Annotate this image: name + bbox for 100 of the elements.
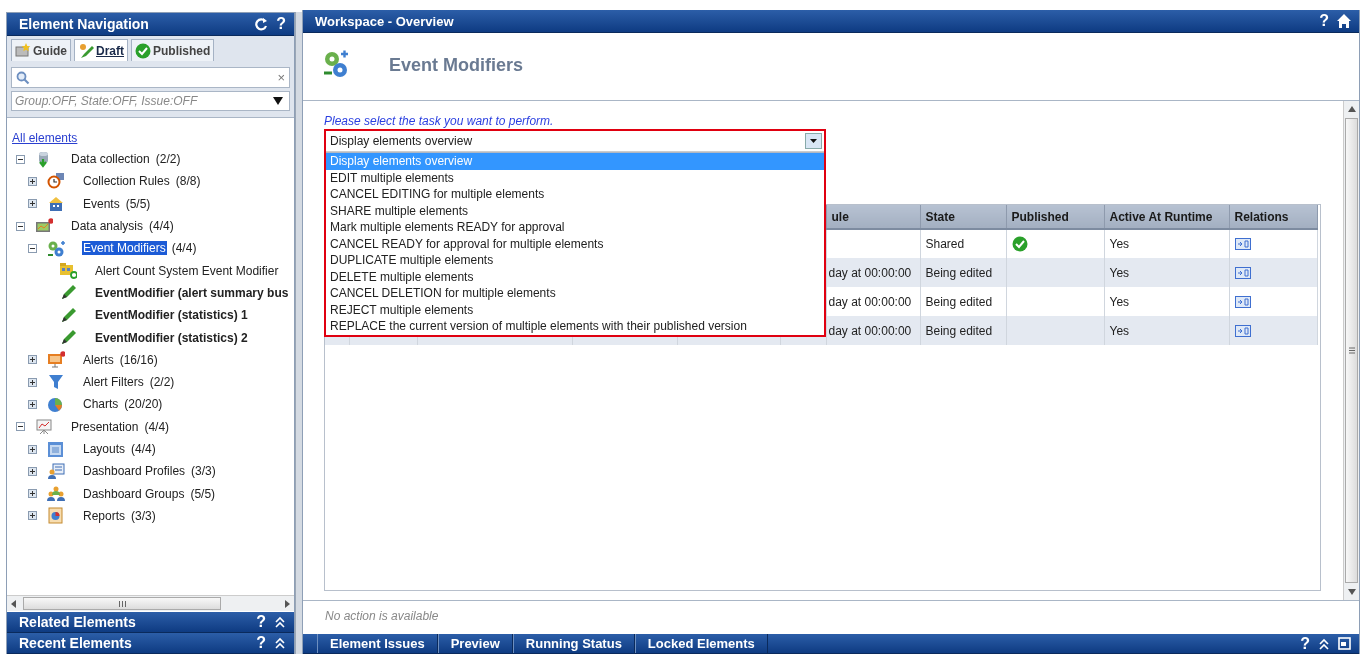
panel-title[interactable]: Related Elements	[19, 614, 136, 630]
tree-item[interactable]: Alert Filters	[82, 375, 145, 390]
tree-item[interactable]: Events	[82, 196, 121, 211]
tree-item[interactable]: Charts	[82, 397, 120, 412]
relations-icon[interactable]	[1234, 295, 1251, 308]
search-field[interactable]: ×	[11, 67, 290, 88]
search-icon	[16, 70, 30, 85]
dropdown-option[interactable]: DUPLICATE multiple elements	[326, 252, 824, 269]
tree-item[interactable]: Layouts	[82, 442, 127, 456]
scroll-down-icon[interactable]	[1347, 589, 1356, 595]
tree-item[interactable]: EventModifier (statistics) 2	[94, 330, 249, 345]
panel-tab[interactable]: Element Issues	[317, 634, 438, 653]
collapse-toggle-icon[interactable]	[16, 422, 25, 432]
dropdown-option[interactable]: CANCEL DELETION for multiple elements	[326, 285, 824, 302]
column-header[interactable]: Published	[1006, 205, 1104, 229]
expand-toggle-icon[interactable]	[28, 489, 37, 499]
relations-icon[interactable]	[1234, 266, 1251, 279]
dropdown-option[interactable]: REJECT multiple elements	[326, 301, 824, 318]
panel-tab[interactable]: Locked Elements	[634, 634, 768, 653]
expand-toggle-icon[interactable]	[28, 377, 37, 387]
scroll-up-icon[interactable]	[1347, 106, 1356, 112]
item-count: (3/3)	[131, 508, 156, 523]
relations-icon[interactable]	[1234, 238, 1251, 250]
dropdown-button[interactable]	[805, 133, 822, 149]
refresh-icon[interactable]	[254, 17, 269, 31]
tree-item[interactable]: EventModifier (alert summary bus	[94, 285, 290, 300]
dropdown-option[interactable]: DELETE multiple elements	[326, 268, 824, 285]
tree-item[interactable]: Dashboard Groups	[82, 486, 186, 501]
dropdown-option[interactable]: SHARE multiple elements	[326, 202, 824, 219]
tree-item[interactable]: Presentation	[70, 419, 140, 434]
page-title: Event Modifiers	[389, 54, 524, 76]
task-prompt: Please select the task you want to perform.	[324, 114, 555, 129]
grip-icon	[117, 600, 127, 607]
help-button[interactable]: ?	[1300, 635, 1310, 652]
tree-item[interactable]: Alert Count System Event Modifier	[94, 263, 280, 278]
expand-toggle-icon[interactable]	[28, 176, 37, 186]
expand-toggle-icon[interactable]	[28, 466, 37, 476]
item-count: (16/16)	[119, 352, 158, 367]
dropdown-option[interactable]: REPLACE the current version of multiple elements with their published version	[326, 318, 824, 335]
clear-button[interactable]: ×	[277, 70, 285, 85]
pencil-icon	[59, 284, 77, 302]
splitter-handle[interactable]	[295, 12, 302, 654]
dropdown-option[interactable]: EDIT multiple elements	[326, 169, 824, 186]
help-button[interactable]: ?	[276, 16, 286, 32]
pencil-icon	[59, 329, 77, 346]
tree-item[interactable]: Data collection	[70, 152, 151, 167]
table-cell: Yes	[1109, 323, 1130, 338]
tree-item[interactable]: Reports	[82, 508, 127, 523]
dropdown-option[interactable]: CANCEL READY for approval for multiple elements	[326, 235, 824, 252]
tree-item[interactable]: EventModifier (statistics) 1	[94, 308, 249, 323]
nav-tab[interactable]: Draft	[74, 39, 129, 61]
panel-tab[interactable]: Running Status	[512, 634, 635, 653]
expand-toggle-icon[interactable]	[28, 199, 37, 209]
collapse-toggle-icon[interactable]	[28, 243, 37, 253]
scroll-left-icon[interactable]	[11, 599, 17, 608]
pie-chart-icon	[47, 395, 65, 413]
dropdown-option[interactable]: Mark multiple elements READY for approval	[326, 219, 824, 236]
column-header[interactable]: Relations	[1229, 205, 1317, 229]
help-button[interactable]: ?	[256, 635, 266, 651]
filter-dropdown[interactable]: Group:OFF, State:OFF, Issue:OFF	[11, 91, 290, 111]
collapse-icon[interactable]	[274, 637, 286, 649]
panel-title: Element Navigation	[19, 16, 149, 32]
scrollbar-thumb[interactable]	[1345, 118, 1358, 583]
table-cell: Being edited	[925, 323, 993, 338]
person-document-icon	[47, 462, 65, 480]
collapse-toggle-icon[interactable]	[16, 221, 25, 231]
item-count: (4/4)	[171, 241, 197, 256]
easel-icon	[35, 418, 53, 436]
home-icon[interactable]	[1337, 14, 1351, 28]
column-header[interactable]: ule	[826, 205, 920, 229]
panel-tab[interactable]: Preview	[437, 634, 513, 653]
expand-toggle-icon[interactable]	[28, 399, 37, 409]
people-icon	[47, 485, 65, 503]
panel-title[interactable]: Recent Elements	[19, 635, 132, 651]
tree-item[interactable]: Alerts	[82, 352, 115, 367]
table-cell: Yes	[1109, 237, 1130, 251]
panel-title: Workspace - Overview	[315, 13, 454, 29]
column-header[interactable]: Active At Runtime	[1104, 205, 1229, 229]
help-button[interactable]: ?	[1319, 13, 1329, 29]
tree-item[interactable]: Collection Rules	[82, 174, 171, 189]
scroll-right-icon[interactable]	[284, 599, 290, 608]
scrollbar-thumb[interactable]	[23, 597, 221, 610]
expand-toggle-icon[interactable]	[28, 444, 37, 454]
nav-tab[interactable]: Published	[131, 39, 215, 61]
expand-toggle-icon[interactable]	[28, 355, 37, 365]
tree-item[interactable]: Data analysis	[70, 219, 145, 234]
nav-tab[interactable]: Guide	[11, 39, 71, 61]
collapse-icon[interactable]	[274, 616, 286, 628]
collapse-icon[interactable]	[1318, 637, 1330, 650]
gears-icon	[47, 239, 65, 257]
column-header[interactable]: State	[920, 205, 1006, 229]
tree-item[interactable]: Dashboard Profiles	[82, 464, 187, 479]
tree-item[interactable]: Event Modifiers	[82, 241, 167, 256]
help-button[interactable]: ?	[256, 614, 266, 630]
collapse-toggle-icon[interactable]	[16, 154, 25, 164]
dropdown-option[interactable]: CANCEL EDITING for multiple elements	[326, 186, 824, 203]
all-elements-link[interactable]: All elements	[12, 131, 78, 145]
expand-toggle-icon[interactable]	[28, 511, 37, 521]
maximize-icon[interactable]	[1338, 637, 1351, 650]
relations-icon[interactable]	[1234, 324, 1251, 337]
